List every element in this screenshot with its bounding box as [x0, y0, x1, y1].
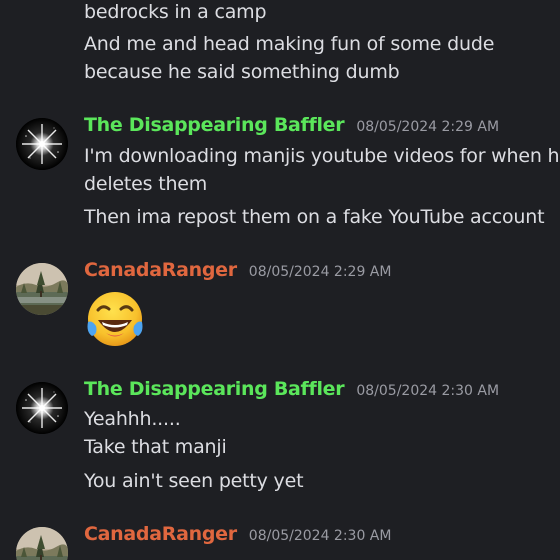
author-name[interactable]: The Disappearing Baffler: [84, 378, 345, 400]
landscape-avatar-icon[interactable]: [16, 527, 68, 560]
message-text: I'm downloading manjis youtube videos fo…: [84, 145, 560, 167]
message-text: bedrocks in a camp: [84, 1, 267, 23]
message-text: Then ima repost them on a fake YouTube a…: [84, 206, 545, 228]
chat-message-list: bedrocks in a camp And me and head makin…: [0, 0, 560, 560]
message-text: deletes them: [84, 173, 208, 195]
message-header: CanadaRanger 08/05/2024 2:30 AM: [84, 523, 391, 551]
message-header: CanadaRanger 08/05/2024 2:29 AM: [84, 259, 391, 287]
message-text: Take that manji: [84, 436, 227, 458]
message-header: The Disappearing Baffler 08/05/2024 2:30…: [84, 378, 499, 406]
message-text: because he said something dumb: [84, 61, 400, 83]
author-name[interactable]: CanadaRanger: [84, 259, 237, 281]
timestamp: 08/05/2024 2:30 AM: [248, 528, 392, 544]
message-text: You ain't seen petty yet: [84, 470, 304, 492]
face-with-tears-of-joy-emoji[interactable]: [84, 288, 146, 350]
starburst-avatar-icon[interactable]: [16, 118, 68, 170]
message-text: And me and head making fun of some dude: [84, 33, 495, 55]
message-header: The Disappearing Baffler 08/05/2024 2:29…: [84, 114, 499, 142]
timestamp: 08/05/2024 2:29 AM: [248, 264, 392, 280]
message-text: Yeahhh.....: [84, 408, 181, 430]
timestamp: 08/05/2024 2:30 AM: [356, 383, 500, 399]
landscape-avatar-icon[interactable]: [16, 263, 68, 315]
timestamp: 08/05/2024 2:29 AM: [356, 119, 500, 135]
author-name[interactable]: CanadaRanger: [84, 523, 237, 545]
starburst-avatar-icon[interactable]: [16, 382, 68, 434]
author-name[interactable]: The Disappearing Baffler: [84, 114, 345, 136]
